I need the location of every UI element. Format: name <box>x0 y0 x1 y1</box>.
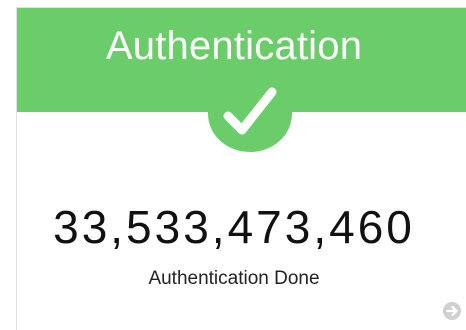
authentication-count: 33,533,473,460 <box>53 201 415 253</box>
card-title: Authentication <box>105 24 363 68</box>
authentication-card: Authentication 33,533,473,460 Authentica… <box>16 7 466 330</box>
authentication-label: Authentication Done <box>148 268 320 289</box>
arrow-right-circle-icon[interactable] <box>442 301 462 321</box>
checkmark-icon <box>208 74 292 152</box>
